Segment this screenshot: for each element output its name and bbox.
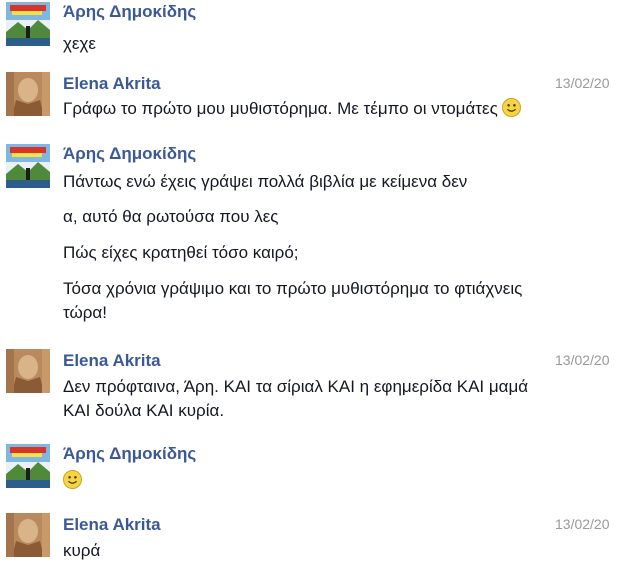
portrait-avatar-image bbox=[6, 349, 50, 393]
sender-name[interactable]: Άρης Δημοκίδης bbox=[63, 144, 196, 164]
timestamp: 13/02/20 bbox=[555, 516, 610, 532]
message-group: Άρης Δημοκίδης χεχε bbox=[0, 2, 622, 54]
timestamp: 13/02/20 bbox=[555, 352, 610, 368]
portrait-avatar[interactable] bbox=[6, 349, 50, 393]
sender-name[interactable]: Άρης Δημοκίδης bbox=[63, 444, 196, 464]
message-group: Elena Akrita 13/02/20 κυρά bbox=[0, 513, 622, 569]
message-text: ΚΑΙ δούλα ΚΑΙ κυρία. bbox=[63, 401, 225, 420]
landscape-avatar-image bbox=[6, 144, 50, 188]
smile-emoji-icon bbox=[501, 98, 521, 118]
sender-name[interactable]: Elena Akrita bbox=[63, 515, 161, 535]
message-text: τώρα! bbox=[63, 303, 107, 322]
portrait-avatar-image bbox=[6, 513, 50, 557]
message-text: Τόσα χρόνια γράψιμο και το πρώτο μυθιστό… bbox=[63, 279, 523, 298]
timestamp: 13/02/20 bbox=[555, 75, 610, 91]
sender-name[interactable]: Άρης Δημοκίδης bbox=[63, 2, 196, 22]
message-text: Πώς είχες κρατηθεί τόσο καιρό; bbox=[63, 243, 299, 262]
portrait-avatar-image bbox=[6, 72, 50, 116]
smile-emoji-icon bbox=[63, 470, 82, 490]
portrait-avatar[interactable] bbox=[6, 513, 50, 557]
message-group: Άρης Δημοκίδης bbox=[0, 444, 622, 496]
sender-name[interactable]: Elena Akrita bbox=[63, 74, 161, 94]
message-group: Άρης Δημοκίδης Πάντως ενώ έχεις γράψει π… bbox=[0, 144, 622, 334]
conversation-thread: Άρης Δημοκίδης χεχε Elena Akrita 13/02/2… bbox=[0, 0, 622, 569]
message-group: Elena Akrita 13/02/20 Γράφω το πρώτο μου… bbox=[0, 72, 622, 124]
sender-name[interactable]: Elena Akrita bbox=[63, 351, 161, 371]
message-group: Elena Akrita 13/02/20 Δεν πρόφταινα, Άρη… bbox=[0, 349, 622, 429]
landscape-avatar[interactable] bbox=[6, 2, 50, 46]
message-text: Γράφω το πρώτο μου μυθιστόρημα. Με τέμπο… bbox=[63, 97, 521, 121]
landscape-avatar-image bbox=[6, 444, 50, 488]
message-text: Πάντως ενώ έχεις γράψει πολλά βιβλία με … bbox=[63, 172, 468, 191]
message-text: α, αυτό θα ρωτούσα που λες bbox=[63, 207, 279, 226]
message-text: κυρά bbox=[63, 541, 101, 560]
landscape-avatar[interactable] bbox=[6, 444, 50, 488]
message-text: χεχε bbox=[63, 34, 97, 53]
landscape-avatar-image bbox=[6, 2, 50, 46]
landscape-avatar[interactable] bbox=[6, 144, 50, 188]
message-text-content: Γράφω το πρώτο μου μυθιστόρημα. Με τέμπο… bbox=[63, 99, 498, 118]
message-text: Δεν πρόφταινα, Άρη. ΚΑΙ τα σίριαλ ΚΑΙ η … bbox=[63, 377, 529, 396]
portrait-avatar[interactable] bbox=[6, 72, 50, 116]
message-text bbox=[63, 469, 82, 493]
